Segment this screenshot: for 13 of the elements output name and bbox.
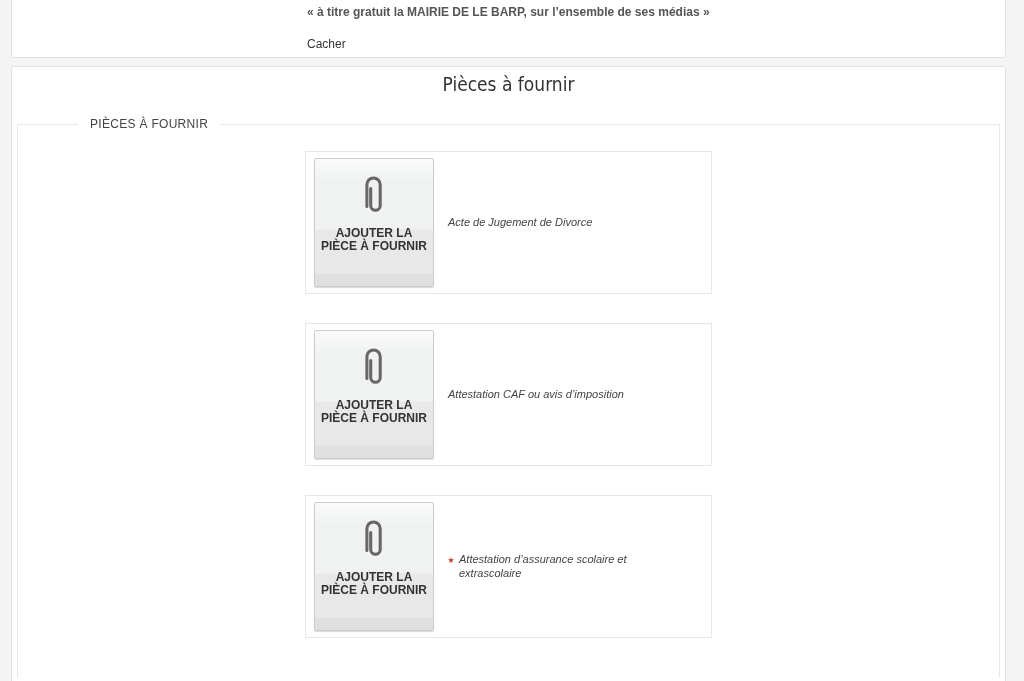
paperclip-icon: [363, 175, 385, 215]
document-label: Attestation CAF ou avis d’imposition: [448, 387, 624, 402]
fieldset-legend: PIÈCES À FOURNIR: [78, 117, 221, 131]
paperclip-icon: [363, 519, 385, 559]
document-label: Acte de Jugement de Divorce: [448, 215, 593, 230]
document-label: Attestation d’assurance scolaire et extrascolaire: [459, 553, 628, 580]
hide-link[interactable]: Cacher: [307, 37, 346, 51]
add-document-button[interactable]: AJOUTER LA PIÈCE À FOURNIR: [314, 502, 434, 631]
notice-text: « à titre gratuit la MAIRIE DE LE BARP, sur l’ensemble de ses médias »: [307, 5, 711, 19]
paperclip-icon: [363, 347, 385, 387]
section-title: Pièces à fournir: [441, 73, 576, 95]
add-document-button[interactable]: AJOUTER LA PIÈCE À FOURNIR: [314, 158, 434, 287]
add-document-button[interactable]: AJOUTER LA PIÈCE À FOURNIR: [314, 330, 434, 459]
